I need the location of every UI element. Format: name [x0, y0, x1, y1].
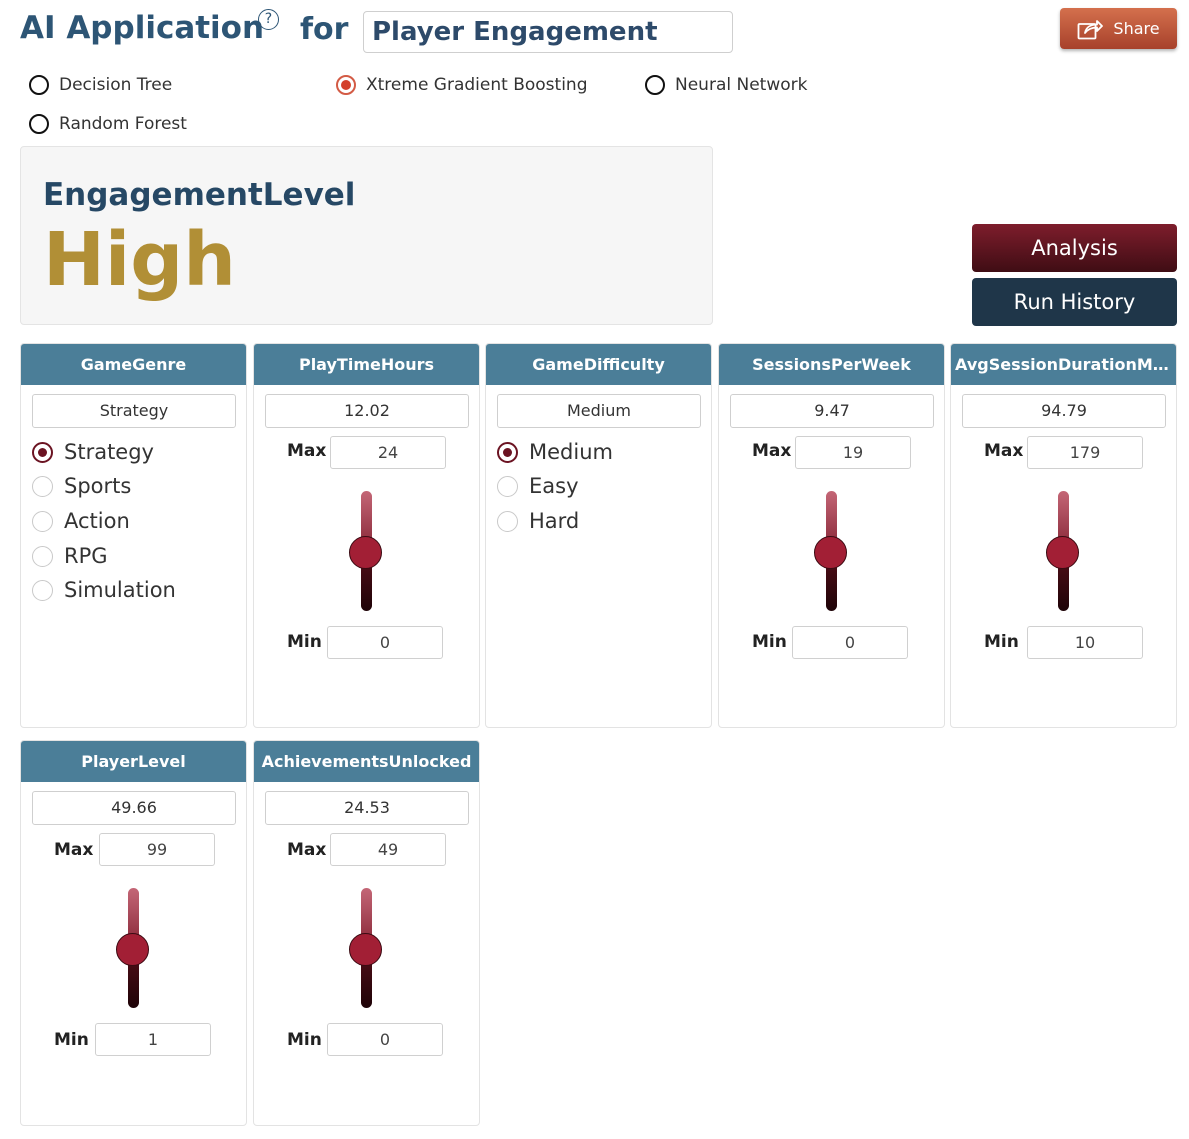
model-option-xgboost[interactable]: Xtreme Gradient Boosting	[336, 75, 587, 95]
feature-card-title: AchievementsUnlocked	[254, 741, 479, 782]
feature-value-field[interactable]: 9.47	[730, 394, 934, 428]
radio-icon	[29, 75, 49, 95]
feature-card-title: PlayTimeHours	[254, 344, 479, 385]
feature-card-title: GameGenre	[21, 344, 246, 385]
feature-value-field[interactable]: Medium	[497, 394, 701, 428]
option-simulation[interactable]: Simulation	[32, 578, 176, 602]
model-option-neural-network[interactable]: Neural Network	[645, 75, 807, 95]
min-label: Min	[984, 632, 1019, 652]
max-field[interactable]: 99	[99, 833, 215, 866]
help-icon[interactable]: ?	[258, 9, 279, 30]
option-rpg[interactable]: RPG	[32, 544, 108, 568]
radio-icon	[645, 75, 665, 95]
option-label: Easy	[529, 474, 579, 498]
slider-thumb[interactable]	[814, 536, 847, 569]
max-field[interactable]: 19	[795, 436, 911, 469]
option-medium[interactable]: Medium	[497, 440, 613, 464]
max-label: Max	[287, 441, 327, 461]
feature-card-title: AvgSessionDurationMi...	[951, 344, 1176, 385]
model-option-label: Random Forest	[59, 114, 187, 134]
app-name-field[interactable]: Player Engagement	[363, 11, 733, 53]
max-field[interactable]: 49	[330, 833, 446, 866]
model-option-random-forest[interactable]: Random Forest	[29, 114, 187, 134]
slider-thumb[interactable]	[116, 933, 149, 966]
feature-value-field[interactable]: 24.53	[265, 791, 469, 825]
radio-icon	[32, 510, 53, 532]
radio-icon	[497, 475, 518, 497]
min-label: Min	[752, 632, 787, 652]
model-option-label: Neural Network	[675, 75, 808, 95]
share-icon	[1078, 19, 1104, 39]
slider-thumb[interactable]	[349, 536, 382, 569]
option-action[interactable]: Action	[32, 509, 130, 533]
feature-card-game-genre: GameGenre Strategy Strategy Sports Actio…	[20, 343, 247, 728]
target-label: EngagementLevel	[43, 177, 356, 213]
min-field[interactable]: 0	[792, 626, 908, 659]
share-button[interactable]: Share	[1060, 8, 1177, 49]
option-easy[interactable]: Easy	[497, 474, 579, 498]
max-label: Max	[984, 441, 1024, 461]
radio-icon	[32, 475, 53, 497]
feature-value-field[interactable]: 49.66	[32, 791, 236, 825]
radio-selected-icon	[336, 75, 356, 95]
min-field[interactable]: 0	[327, 626, 443, 659]
option-strategy[interactable]: Strategy	[32, 440, 154, 464]
option-label: Medium	[529, 440, 613, 464]
prediction-result-panel: EngagementLevel High	[20, 146, 713, 325]
feature-card-player-level: PlayerLevel 49.66 Max 99 Min 1	[20, 740, 247, 1126]
max-label: Max	[54, 840, 94, 860]
model-option-label: Xtreme Gradient Boosting	[366, 75, 588, 95]
min-label: Min	[287, 1030, 322, 1050]
max-label: Max	[287, 840, 327, 860]
option-sports[interactable]: Sports	[32, 474, 131, 498]
feature-card-game-difficulty: GameDifficulty Medium Medium Easy Hard	[485, 343, 712, 728]
min-label: Min	[287, 632, 322, 652]
prediction-value: High	[43, 217, 236, 303]
feature-value-field[interactable]: Strategy	[32, 394, 236, 428]
model-option-label: Decision Tree	[59, 75, 173, 95]
option-label: RPG	[64, 544, 108, 568]
feature-value-field[interactable]: 12.02	[265, 394, 469, 428]
radio-icon	[32, 579, 53, 601]
min-field[interactable]: 0	[327, 1023, 443, 1056]
max-field[interactable]: 179	[1027, 436, 1143, 469]
feature-card-title: GameDifficulty	[486, 344, 711, 385]
option-label: Hard	[529, 509, 580, 533]
option-label: Action	[64, 509, 130, 533]
share-label: Share	[1113, 19, 1160, 38]
max-field[interactable]: 24	[330, 436, 446, 469]
feature-card-achievements-unlocked: AchievementsUnlocked 24.53 Max 49 Min 0	[253, 740, 480, 1126]
feature-card-play-time-hours: PlayTimeHours 12.02 Max 24 Min 0	[253, 343, 480, 728]
option-hard[interactable]: Hard	[497, 509, 579, 533]
radio-icon	[29, 114, 49, 134]
radio-icon	[497, 510, 518, 532]
app-title: AI Application	[20, 10, 265, 46]
feature-card-avg-session-duration: AvgSessionDurationMi... 94.79 Max 179 Mi…	[950, 343, 1177, 728]
analysis-button[interactable]: Analysis	[972, 224, 1177, 272]
model-option-decision-tree[interactable]: Decision Tree	[29, 75, 172, 95]
max-label: Max	[752, 441, 792, 461]
radio-selected-icon	[497, 441, 518, 463]
option-label: Strategy	[64, 440, 154, 464]
slider-thumb[interactable]	[349, 933, 382, 966]
option-label: Simulation	[64, 578, 176, 602]
feature-value-field[interactable]: 94.79	[962, 394, 1166, 428]
for-label: for	[300, 12, 349, 47]
app-header: AI Application ? for Player Engagement S…	[0, 0, 1189, 140]
min-label: Min	[54, 1030, 89, 1050]
feature-card-title: SessionsPerWeek	[719, 344, 944, 385]
feature-card-sessions-per-week: SessionsPerWeek 9.47 Max 19 Min 0	[718, 343, 945, 728]
slider-thumb[interactable]	[1046, 536, 1079, 569]
radio-icon	[32, 545, 53, 567]
feature-card-title: PlayerLevel	[21, 741, 246, 782]
run-history-button[interactable]: Run History	[972, 278, 1177, 326]
option-label: Sports	[64, 474, 132, 498]
min-field[interactable]: 1	[95, 1023, 211, 1056]
min-field[interactable]: 10	[1027, 626, 1143, 659]
radio-selected-icon	[32, 441, 53, 463]
